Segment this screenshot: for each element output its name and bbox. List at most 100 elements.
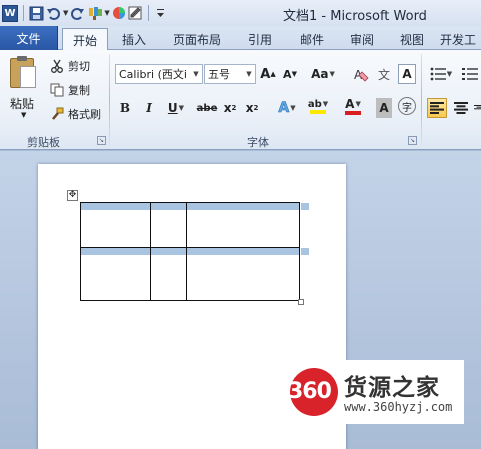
clipboard-clip-shape (17, 56, 27, 61)
shrink-font-label: A (283, 67, 292, 81)
tab-file[interactable]: 文件 (0, 26, 58, 50)
subscript-mark: 2 (231, 104, 237, 112)
font-name-value: Calibri (西文i (119, 68, 187, 81)
grow-font-button[interactable]: A ▲ (260, 64, 276, 84)
bullets-button[interactable]: ▼ (428, 64, 454, 84)
table-row (80, 202, 300, 248)
tab-references[interactable]: 引用 (238, 28, 282, 50)
cell-selection (81, 248, 150, 255)
tab-mailings[interactable]: 邮件 (290, 28, 334, 50)
theme-icon[interactable] (112, 4, 126, 22)
align-right-icon (474, 105, 481, 110)
underline-label: U (167, 101, 178, 115)
chevron-down-icon: ▼ (355, 100, 361, 108)
row-end-mark (301, 203, 309, 210)
text-effects-button[interactable]: A ▼ (276, 98, 298, 118)
superscript-button[interactable]: x2 (244, 98, 260, 118)
character-border-label: A (402, 67, 412, 81)
format-painter-icon[interactable]: ▼ (87, 4, 110, 22)
character-shading-button[interactable]: A (376, 98, 392, 118)
paste-special-icon[interactable] (128, 4, 143, 22)
qat-separator (23, 5, 24, 21)
clear-formatting-button[interactable]: A (352, 64, 370, 84)
superscript-label: x (245, 101, 254, 115)
character-shading-label: A (379, 101, 389, 115)
italic-button[interactable]: I (141, 98, 157, 118)
document-table[interactable] (80, 202, 300, 301)
tab-home[interactable]: 开始 (62, 28, 108, 51)
ribbon: 粘贴 ▼ 剪切 复制 格式刷 剪贴板 ↘ Calibri (西文i ▼ 五号 ▼… (0, 50, 481, 150)
font-launcher-icon[interactable]: ↘ (408, 136, 417, 145)
align-center-icon (454, 102, 468, 114)
shrink-font-caret-icon: ▼ (291, 70, 297, 78)
group-separator (421, 54, 422, 146)
save-icon[interactable] (29, 4, 44, 22)
window-title: 文档1 - Microsoft Word (283, 9, 427, 24)
phonetic-guide-button[interactable]: 文 (374, 64, 394, 84)
chevron-down-icon: ▼ (246, 70, 252, 78)
chevron-down-icon: ▼ (290, 104, 296, 112)
watermark-number: 360 (288, 379, 332, 404)
paste-button[interactable]: 粘贴 (10, 95, 34, 112)
redo-icon[interactable] (70, 4, 85, 22)
tab-developer[interactable]: 开发工 (440, 28, 481, 50)
align-center-button[interactable] (451, 98, 471, 118)
table-row (80, 247, 300, 301)
table-cell[interactable] (149, 202, 187, 248)
align-right-button[interactable] (474, 98, 481, 118)
tab-insert[interactable]: 插入 (112, 28, 156, 50)
grow-font-caret-icon: ▲ (270, 70, 276, 78)
word-logo-icon[interactable]: W (2, 4, 18, 22)
cell-selection (186, 203, 299, 210)
numbering-button[interactable] (460, 64, 480, 84)
paste-icon[interactable] (8, 56, 38, 92)
table-resize-handle-icon[interactable] (298, 299, 304, 305)
font-name-dropdown[interactable]: Calibri (西文i ▼ (115, 64, 203, 84)
font-color-label: A (345, 97, 355, 111)
grow-font-label: A (260, 66, 271, 82)
highlight-button[interactable]: ab ▼ (304, 96, 332, 116)
font-color-button[interactable]: A ▼ (340, 96, 366, 116)
highlight-label: ab (307, 98, 322, 110)
subscript-label: x (223, 101, 232, 115)
format-painter-button[interactable]: 格式刷 (50, 105, 101, 123)
tab-view[interactable]: 视图 (390, 28, 434, 50)
table-move-handle-icon[interactable]: ✥ (67, 190, 78, 201)
clipboard-paper-shape (20, 66, 36, 88)
table-cell[interactable] (80, 247, 151, 301)
align-left-button[interactable] (427, 98, 447, 118)
paste-dropdown-caret[interactable]: ▼ (21, 111, 26, 119)
quick-access-toolbar: W ▼ ▼ (2, 3, 168, 23)
change-case-button[interactable]: Aa ▼ (310, 64, 336, 84)
copy-button[interactable]: 复制 (50, 81, 90, 99)
cell-selection (150, 248, 186, 255)
underline-button[interactable]: U ▼ (165, 98, 187, 118)
qat-separator (147, 5, 149, 21)
watermark-logo: 360 货源之家 www.360hyzj.com (284, 360, 464, 424)
copy-icon (50, 83, 64, 97)
table-cell[interactable] (80, 202, 151, 248)
customize-icon[interactable] (154, 4, 168, 22)
cut-label: 剪切 (68, 60, 90, 73)
highlight-color-bar (310, 109, 326, 114)
strikethrough-button[interactable]: abe (197, 98, 218, 118)
clipboard-launcher-icon[interactable]: ↘ (97, 136, 106, 145)
table-cell[interactable] (185, 247, 300, 301)
bold-button[interactable]: B (117, 98, 133, 118)
cut-button[interactable]: 剪切 (50, 57, 90, 75)
shrink-font-button[interactable]: A ▼ (282, 64, 298, 84)
row-end-mark (301, 248, 309, 255)
subscript-button[interactable]: x2 (222, 98, 238, 118)
table-cell[interactable] (149, 247, 187, 301)
font-size-dropdown[interactable]: 五号 ▼ (204, 64, 256, 84)
format-painter-label: 格式刷 (68, 108, 101, 121)
tab-review[interactable]: 审阅 (340, 28, 384, 50)
character-border-button[interactable]: A (398, 64, 416, 84)
ribbon-tabs: 文件 开始 插入 页面布局 引用 邮件 审阅 视图 开发工 (0, 26, 481, 51)
tab-page-layout[interactable]: 页面布局 (160, 28, 234, 50)
group-separator (109, 54, 110, 146)
paintbrush-icon (50, 107, 64, 121)
undo-icon[interactable]: ▼ (46, 4, 68, 22)
enclose-characters-button[interactable]: 字 (398, 97, 416, 115)
table-cell[interactable] (185, 202, 300, 248)
